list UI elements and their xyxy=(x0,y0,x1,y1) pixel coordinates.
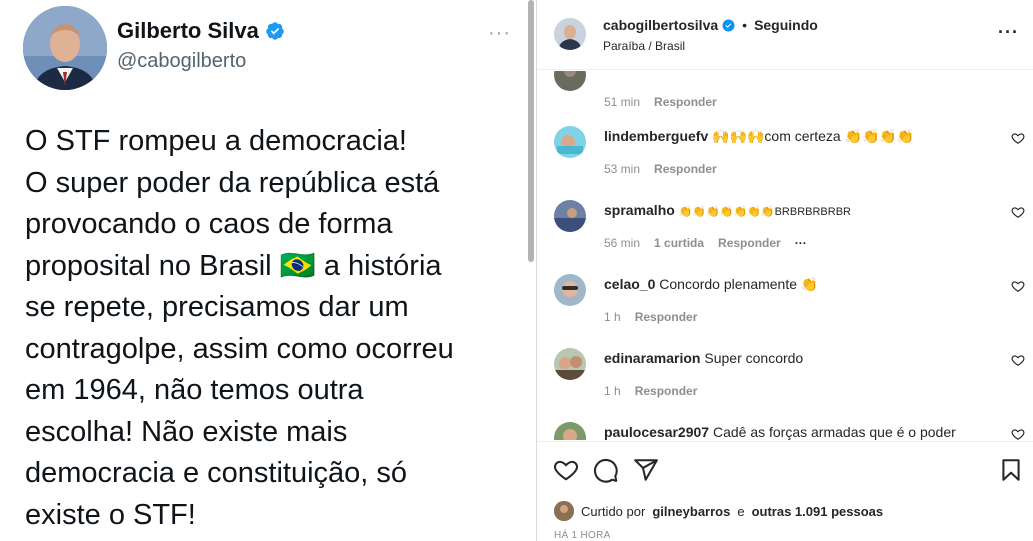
comment-text-line: paulocesar2907 Cadê as forças armadas qu… xyxy=(604,424,956,440)
comment-time: 51 min xyxy=(604,95,641,109)
separator-dot: • xyxy=(742,17,748,33)
tweet-line: se repete, precisamos dar um xyxy=(25,291,409,323)
comment-username[interactable]: lindemberguefv xyxy=(604,128,708,144)
tweet-line: em 1964, não temos outra xyxy=(25,374,364,406)
likes-count[interactable]: 1 curtida xyxy=(654,236,704,250)
comment-meta: 1 h Responder xyxy=(604,384,697,398)
post-header: cabogilbertosilva • Seguindo Paraíba / B… xyxy=(537,0,1033,70)
comment-time: 1 h xyxy=(604,384,621,398)
post-actions: Curtido por gilneybarros e outras 1.091 … xyxy=(537,441,1033,541)
comment-text-line: edinaramarion Super concordo xyxy=(604,350,803,366)
comment-bubble-icon[interactable] xyxy=(593,457,619,483)
reply-button[interactable]: Responder xyxy=(718,236,781,250)
avatar[interactable] xyxy=(554,274,586,306)
verified-badge-icon xyxy=(722,19,735,31)
comment-username[interactable]: celao_0 xyxy=(604,276,655,292)
comment-text: Concordo plenamente 👏 xyxy=(659,276,819,292)
bookmark-icon[interactable] xyxy=(998,457,1024,483)
tweet-line: O STF rompeu a democracia! xyxy=(25,125,407,157)
avatar[interactable] xyxy=(554,422,586,440)
like-heart-icon[interactable] xyxy=(553,457,579,483)
more-options-icon[interactable]: ··· xyxy=(998,22,1019,43)
following-button[interactable]: Seguindo xyxy=(754,17,818,33)
comment-text-line: spramalho 👏👏👏👏👏👏👏BRBRBRBRBR xyxy=(604,202,851,218)
username-link[interactable]: cabogilbertosilva xyxy=(603,17,718,33)
liked-user-link[interactable]: gilneybarros xyxy=(652,504,730,519)
comments-list[interactable]: 51 min Responder lindemberguefv 🙌🙌🙌com c… xyxy=(537,71,1033,440)
comment-time: 1 h xyxy=(604,310,621,324)
comment-text-line: lindemberguefv 🙌🙌🙌com certeza 👏👏👏👏 xyxy=(604,128,914,145)
avatar[interactable] xyxy=(554,348,586,380)
tweet-line: proposital no Brasil 🇧🇷 a história xyxy=(25,249,442,282)
avatar[interactable] xyxy=(554,71,586,91)
reply-button[interactable]: Responder xyxy=(654,162,717,176)
liked-and: e xyxy=(737,503,745,519)
avatar[interactable] xyxy=(554,18,586,50)
tweet-line: contragolpe, assim como ocorreu xyxy=(25,332,454,365)
location-link[interactable]: Paraíba / Brasil xyxy=(603,39,685,53)
avatar[interactable] xyxy=(554,501,574,521)
more-options-icon[interactable]: ··· xyxy=(488,22,511,45)
comment-meta: 53 min Responder xyxy=(604,162,717,176)
heart-icon[interactable] xyxy=(1011,205,1025,219)
tweet-line: escolha! Não existe mais xyxy=(25,415,348,448)
avatar[interactable] xyxy=(554,126,586,158)
liked-prefix: Curtido por xyxy=(581,503,646,519)
likes-count-link[interactable]: outras 1.091 pessoas xyxy=(752,504,884,519)
liked-by: Curtido por gilneybarros e outras 1.091 … xyxy=(554,501,883,521)
author-name-text: Gilberto Silva xyxy=(117,18,259,43)
comment-time: 53 min xyxy=(604,162,641,176)
comment-text: Super concordo xyxy=(704,350,804,366)
comment-meta: 51 min Responder xyxy=(604,95,717,109)
comment-text-line: celao_0 Concordo plenamente 👏 xyxy=(604,276,818,293)
comment-username[interactable]: edinaramarion xyxy=(604,350,700,366)
heart-icon[interactable] xyxy=(1011,427,1025,440)
comment-text: 👏👏👏👏👏👏👏BRBRBRBRBR xyxy=(678,206,851,218)
instagram-panel: cabogilbertosilva • Seguindo Paraíba / B… xyxy=(537,0,1033,541)
comment-text: 🙌🙌🙌com certeza 👏👏👏👏 xyxy=(712,128,915,144)
reply-button[interactable]: Responder xyxy=(654,95,717,109)
tweet-line: democracia e constituição, só xyxy=(25,457,408,489)
tweet-line: existe o STF! xyxy=(25,498,196,531)
verified-badge-icon xyxy=(266,22,284,40)
comment-text: Cadê as forças armadas que é o poder xyxy=(712,424,956,440)
reply-button[interactable]: Responder xyxy=(635,310,698,324)
comment-username[interactable]: paulocesar2907 xyxy=(604,424,709,440)
tweet-avatar[interactable] xyxy=(23,6,107,90)
heart-icon[interactable] xyxy=(1011,353,1025,367)
share-send-icon[interactable] xyxy=(633,457,659,483)
comment-username[interactable]: spramalho xyxy=(604,202,675,218)
comment-meta: 1 h Responder xyxy=(604,310,697,324)
tweet-panel: Gilberto Silva @cabogilberto ··· O STF r… xyxy=(0,0,527,541)
comment-time: 56 min xyxy=(604,236,641,250)
comment-more-icon[interactable]: ··· xyxy=(795,236,807,250)
post-author: cabogilbertosilva • Seguindo xyxy=(603,17,818,33)
tweet-author-handle[interactable]: @cabogilberto xyxy=(117,50,246,73)
tweet-line: provocando o caos de forma xyxy=(25,208,393,240)
tweet-line: O super poder da república está xyxy=(25,166,440,199)
scrollbar[interactable] xyxy=(528,0,534,262)
heart-icon[interactable] xyxy=(1011,131,1025,145)
comment-meta: 56 min 1 curtida Responder ··· xyxy=(604,236,807,250)
heart-icon[interactable] xyxy=(1011,279,1025,293)
reply-button[interactable]: Responder xyxy=(635,384,698,398)
tweet-author-name[interactable]: Gilberto Silva xyxy=(117,18,285,44)
tweet-text: O STF rompeu a democracia! O super poder… xyxy=(25,121,515,536)
post-time[interactable]: HÁ 1 HORA xyxy=(554,530,611,541)
avatar[interactable] xyxy=(554,200,586,232)
